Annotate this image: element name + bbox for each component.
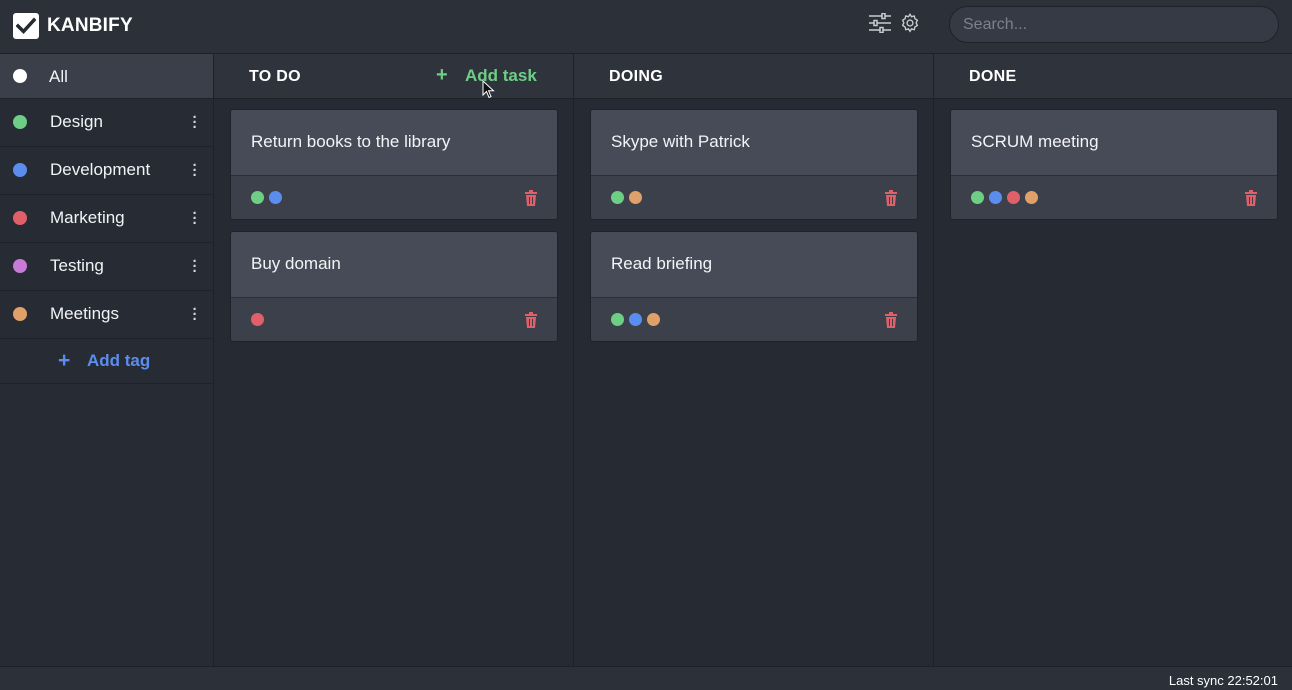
vertical-dots-icon[interactable]: · · · <box>189 110 201 135</box>
task-card[interactable]: Return books to the library <box>230 109 558 220</box>
column-done: DONE SCRUM meeting <box>934 54 1292 666</box>
tag-dot <box>989 191 1002 204</box>
sidebar-item-label: Testing <box>50 256 104 275</box>
plus-icon: + <box>436 64 448 86</box>
trash-icon[interactable] <box>884 190 898 206</box>
sidebar-item-label: Marketing <box>50 208 125 227</box>
tag-color-dot <box>13 211 27 225</box>
tag-color-dot <box>13 259 27 273</box>
tag-color-dot <box>13 307 27 321</box>
check-logo-icon <box>13 13 39 39</box>
card-title-area: Buy domain <box>231 232 557 298</box>
tag-dot <box>611 313 624 326</box>
card-title-area: Skype with Patrick <box>591 110 917 176</box>
trash-icon[interactable] <box>524 312 538 328</box>
column-header: TO DO + Add task <box>214 54 573 99</box>
column-title: DOING <box>609 68 663 85</box>
column-header: DONE <box>934 54 1292 99</box>
trash-icon[interactable] <box>1244 190 1258 206</box>
tag-dot <box>971 191 984 204</box>
sidebar: All Design · · · Development · · · Marketing… <box>0 54 214 666</box>
sidebar-item-all[interactable]: All <box>0 54 213 99</box>
sidebar-item-label: All <box>49 67 68 86</box>
sidebar-item-label: Meetings <box>50 304 119 323</box>
card-tags <box>611 313 665 327</box>
vertical-dots-icon[interactable]: · · · <box>189 206 201 231</box>
add-tag-label: Add tag <box>87 351 151 370</box>
vertical-dots-icon[interactable]: · · · <box>189 158 201 183</box>
filter-sliders-icon[interactable] <box>868 12 892 34</box>
sidebar-item-marketing[interactable]: Marketing · · · <box>0 195 213 243</box>
vertical-dots-icon[interactable]: · · · <box>189 302 201 327</box>
card-title: Skype with Patrick <box>611 132 750 151</box>
card-title-area: SCRUM meeting <box>951 110 1277 176</box>
tag-dot <box>1007 191 1020 204</box>
trash-icon[interactable] <box>884 312 898 328</box>
tag-dot <box>629 313 642 326</box>
sidebar-item-testing[interactable]: Testing · · · <box>0 243 213 291</box>
tag-color-dot <box>13 163 27 177</box>
card-title: SCRUM meeting <box>971 132 1099 151</box>
card-tags <box>611 191 647 205</box>
sidebar-item-label: Development <box>50 160 151 179</box>
sidebar-item-label: Design <box>50 112 103 131</box>
mouse-cursor-icon <box>482 79 496 100</box>
sidebar-item-development[interactable]: Development · · · <box>0 147 213 195</box>
task-card[interactable]: Read briefing <box>590 231 918 342</box>
column-title: DONE <box>969 68 1017 85</box>
vertical-dots-icon[interactable]: · · · <box>189 254 201 279</box>
tag-dot <box>1025 191 1038 204</box>
tag-color-dot <box>13 115 27 129</box>
column-title: TO DO <box>249 68 301 85</box>
gear-icon[interactable] <box>899 12 921 34</box>
tag-dot <box>251 191 264 204</box>
last-sync-text: Last sync 22:52:01 <box>1168 673 1278 688</box>
tag-dot <box>629 191 642 204</box>
card-title: Return books to the library <box>251 132 451 151</box>
trash-icon[interactable] <box>524 190 538 206</box>
task-card[interactable]: Buy domain <box>230 231 558 342</box>
task-card[interactable]: SCRUM meeting <box>950 109 1278 220</box>
tag-color-dot <box>13 69 27 83</box>
card-tags <box>251 313 269 327</box>
card-tags <box>251 191 287 205</box>
card-title-area: Read briefing <box>591 232 917 298</box>
task-card[interactable]: Skype with Patrick <box>590 109 918 220</box>
tag-dot <box>611 191 624 204</box>
search-input[interactable] <box>949 6 1279 43</box>
tag-dot <box>269 191 282 204</box>
tag-dot <box>647 313 660 326</box>
card-title: Read briefing <box>611 254 713 273</box>
card-title: Buy domain <box>251 254 341 273</box>
sidebar-item-design[interactable]: Design · · · <box>0 99 213 147</box>
column-header: DOING <box>574 54 933 99</box>
add-tag-button[interactable]: + Add tag <box>0 339 213 384</box>
plus-icon: + <box>58 349 71 372</box>
add-task-label: Add task <box>465 66 537 85</box>
app-title: KANBIFY <box>47 15 133 36</box>
card-tags <box>971 191 1043 205</box>
column-doing: DOING Skype with Patrick Read briefing <box>574 54 934 666</box>
card-title-area: Return books to the library <box>231 110 557 176</box>
status-bar: Last sync 22:52:01 <box>0 666 1292 690</box>
app-header: KANBIFY <box>0 0 1292 54</box>
tag-dot <box>251 313 264 326</box>
column-todo: TO DO + Add task Return books to the lib… <box>214 54 574 666</box>
sidebar-item-meetings[interactable]: Meetings · · · <box>0 291 213 339</box>
